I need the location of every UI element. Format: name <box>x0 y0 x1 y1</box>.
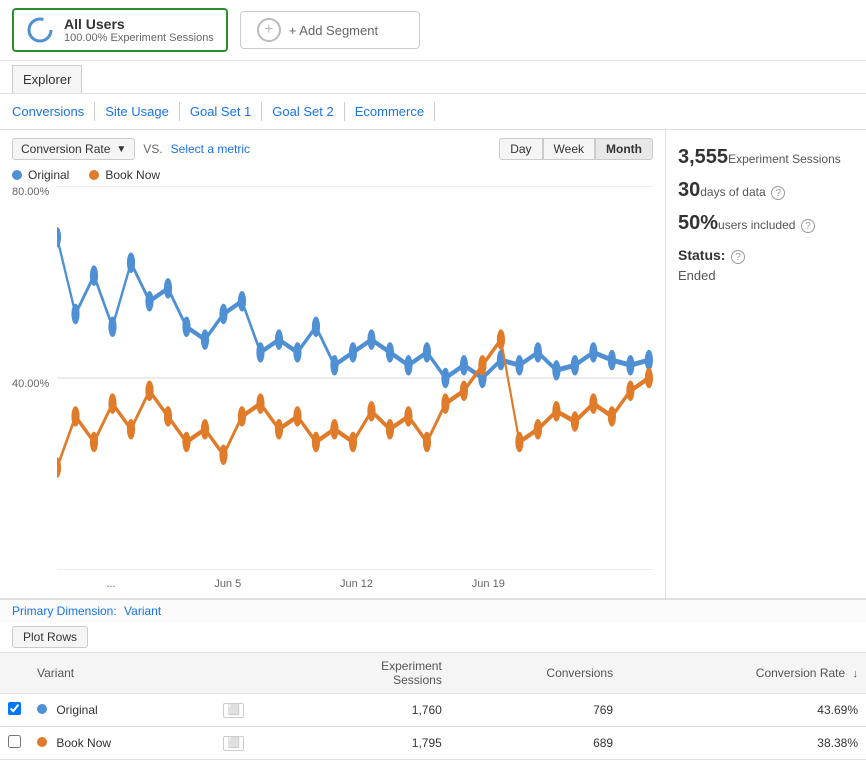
chart-legend: Original Book Now <box>12 168 653 182</box>
days-stat: 30days of data ? <box>678 179 854 202</box>
legend-original: Original <box>12 168 69 182</box>
row-original-conversions: 769 <box>450 694 621 727</box>
data-table: Variant ExperimentSessions Conversions C… <box>0 652 866 760</box>
primary-dimension: Primary Dimension: Variant <box>0 599 866 622</box>
plot-rows-button[interactable]: Plot Rows <box>12 626 88 648</box>
x-label-1: ... <box>106 578 115 590</box>
row-booknow-link-icon[interactable]: ⬜ <box>223 736 243 751</box>
row-booknow-sessions: 1,795 <box>291 727 450 760</box>
segment-name: All Users <box>64 16 214 32</box>
row-booknow-checkbox[interactable] <box>8 735 21 748</box>
vs-label: VS. <box>143 142 162 156</box>
experiment-sessions-label: Experiment Sessions <box>728 152 841 166</box>
status-section: Status: ? Ended <box>678 247 854 283</box>
experiment-sessions-stat: 3,555Experiment Sessions <box>678 146 854 169</box>
legend-original-dot <box>12 170 22 180</box>
row-original-icon-cell: ⬜ <box>215 694 290 727</box>
th-checkbox <box>0 653 29 694</box>
primary-dim-label: Primary Dimension: <box>12 604 117 618</box>
row-original-sessions: 1,760 <box>291 694 450 727</box>
x-label-jun12: Jun 12 <box>340 578 373 590</box>
time-buttons: Day Week Month <box>499 138 653 160</box>
row-original-checkbox-cell <box>0 694 29 727</box>
th-conversion-rate: Conversion Rate ↓ <box>621 653 866 694</box>
dropdown-arrow-icon: ▼ <box>116 144 126 155</box>
subnav-site-usage[interactable]: Site Usage <box>95 102 180 121</box>
segment-info: All Users 100.00% Experiment Sessions <box>64 16 214 44</box>
row-original-rate: 43.69% <box>621 694 866 727</box>
main-area: Conversion Rate ▼ VS. Select a metric Da… <box>0 130 866 598</box>
plot-rows-area: Plot Rows <box>0 622 866 652</box>
bottom-section: Primary Dimension: Variant Plot Rows Var… <box>0 598 866 760</box>
days-help-icon[interactable]: ? <box>771 186 785 200</box>
days-number: 30 <box>678 179 700 201</box>
th-icon <box>215 653 290 694</box>
subnav-conversions[interactable]: Conversions <box>12 102 95 121</box>
status-value: Ended <box>678 268 854 283</box>
all-users-segment[interactable]: All Users 100.00% Experiment Sessions <box>12 8 228 52</box>
users-help-icon[interactable]: ? <box>801 219 815 233</box>
segment-icon <box>26 16 54 44</box>
th-experiment-sessions: ExperimentSessions <box>291 653 450 694</box>
subnav-ecommerce[interactable]: Ecommerce <box>345 102 435 121</box>
primary-dim-value: Variant <box>124 604 161 618</box>
add-segment-icon: + <box>257 18 281 42</box>
legend-booknow: Book Now <box>89 168 160 182</box>
tab-bar: Explorer <box>0 61 866 94</box>
time-btn-day[interactable]: Day <box>499 138 542 160</box>
chart-area: Conversion Rate ▼ VS. Select a metric Da… <box>0 130 666 598</box>
chart-x-labels: ... Jun 5 Jun 12 Jun 19 <box>57 578 653 590</box>
sub-nav: Conversions Site Usage Goal Set 1 Goal S… <box>0 94 866 130</box>
days-label: days of data <box>700 185 765 199</box>
legend-booknow-dot <box>89 170 99 180</box>
row-original-link-icon[interactable]: ⬜ <box>223 703 243 718</box>
metric-dropdown-label: Conversion Rate <box>21 142 110 156</box>
table-header-row: Variant ExperimentSessions Conversions C… <box>0 653 866 694</box>
select-metric-link[interactable]: Select a metric <box>171 142 250 156</box>
segment-sub: 100.00% Experiment Sessions <box>64 32 214 44</box>
sort-arrow-icon: ↓ <box>853 668 859 680</box>
time-btn-week[interactable]: Week <box>543 138 595 160</box>
subnav-goal-set-1[interactable]: Goal Set 1 <box>180 102 262 121</box>
row-booknow-variant-cell: Book Now <box>29 727 215 760</box>
chart-y-labels: 80.00% 40.00% <box>12 186 57 570</box>
row-original-variant-cell: Original <box>29 694 215 727</box>
users-label: users included <box>718 218 795 232</box>
users-number: 50% <box>678 212 718 234</box>
x-label-jun5: Jun 5 <box>214 578 241 590</box>
table-row: Original ⬜ 1,760 769 43.69% <box>0 694 866 727</box>
row-booknow-dot <box>37 737 47 747</box>
th-variant: Variant <box>29 653 215 694</box>
segment-bar: All Users 100.00% Experiment Sessions + … <box>0 0 866 61</box>
add-segment-label: + Add Segment <box>289 23 378 38</box>
subnav-goal-set-2[interactable]: Goal Set 2 <box>262 102 344 121</box>
status-label: Status: <box>678 247 725 263</box>
y-label-top: 80.00% <box>12 186 57 198</box>
x-label-jun19: Jun 19 <box>472 578 505 590</box>
legend-original-label: Original <box>28 168 69 182</box>
row-booknow-variant-label: Book Now <box>56 736 111 750</box>
tab-explorer[interactable]: Explorer <box>12 65 82 93</box>
time-btn-month[interactable]: Month <box>595 138 653 160</box>
chart-canvas: 80.00% 40.00% <box>12 186 653 590</box>
row-booknow-conversions: 689 <box>450 727 621 760</box>
row-booknow-checkbox-cell <box>0 727 29 760</box>
experiment-sessions-number: 3,555 <box>678 146 728 168</box>
row-original-checkbox[interactable] <box>8 702 21 715</box>
right-panel: 3,555Experiment Sessions 30days of data … <box>666 130 866 598</box>
row-original-dot <box>37 704 47 714</box>
th-conversions: Conversions <box>450 653 621 694</box>
users-stat: 50%users included ? <box>678 212 854 235</box>
row-booknow-rate: 38.38% <box>621 727 866 760</box>
add-segment-button[interactable]: + + Add Segment <box>240 11 420 49</box>
chart-svg <box>57 186 653 570</box>
row-booknow-icon-cell: ⬜ <box>215 727 290 760</box>
legend-booknow-label: Book Now <box>105 168 160 182</box>
table-row: Book Now ⬜ 1,795 689 38.38% <box>0 727 866 760</box>
chart-controls: Conversion Rate ▼ VS. Select a metric Da… <box>12 138 653 160</box>
metric-dropdown[interactable]: Conversion Rate ▼ <box>12 138 135 160</box>
row-original-variant-label: Original <box>56 703 97 717</box>
y-label-mid: 40.00% <box>12 378 57 390</box>
status-help-icon[interactable]: ? <box>731 250 745 264</box>
